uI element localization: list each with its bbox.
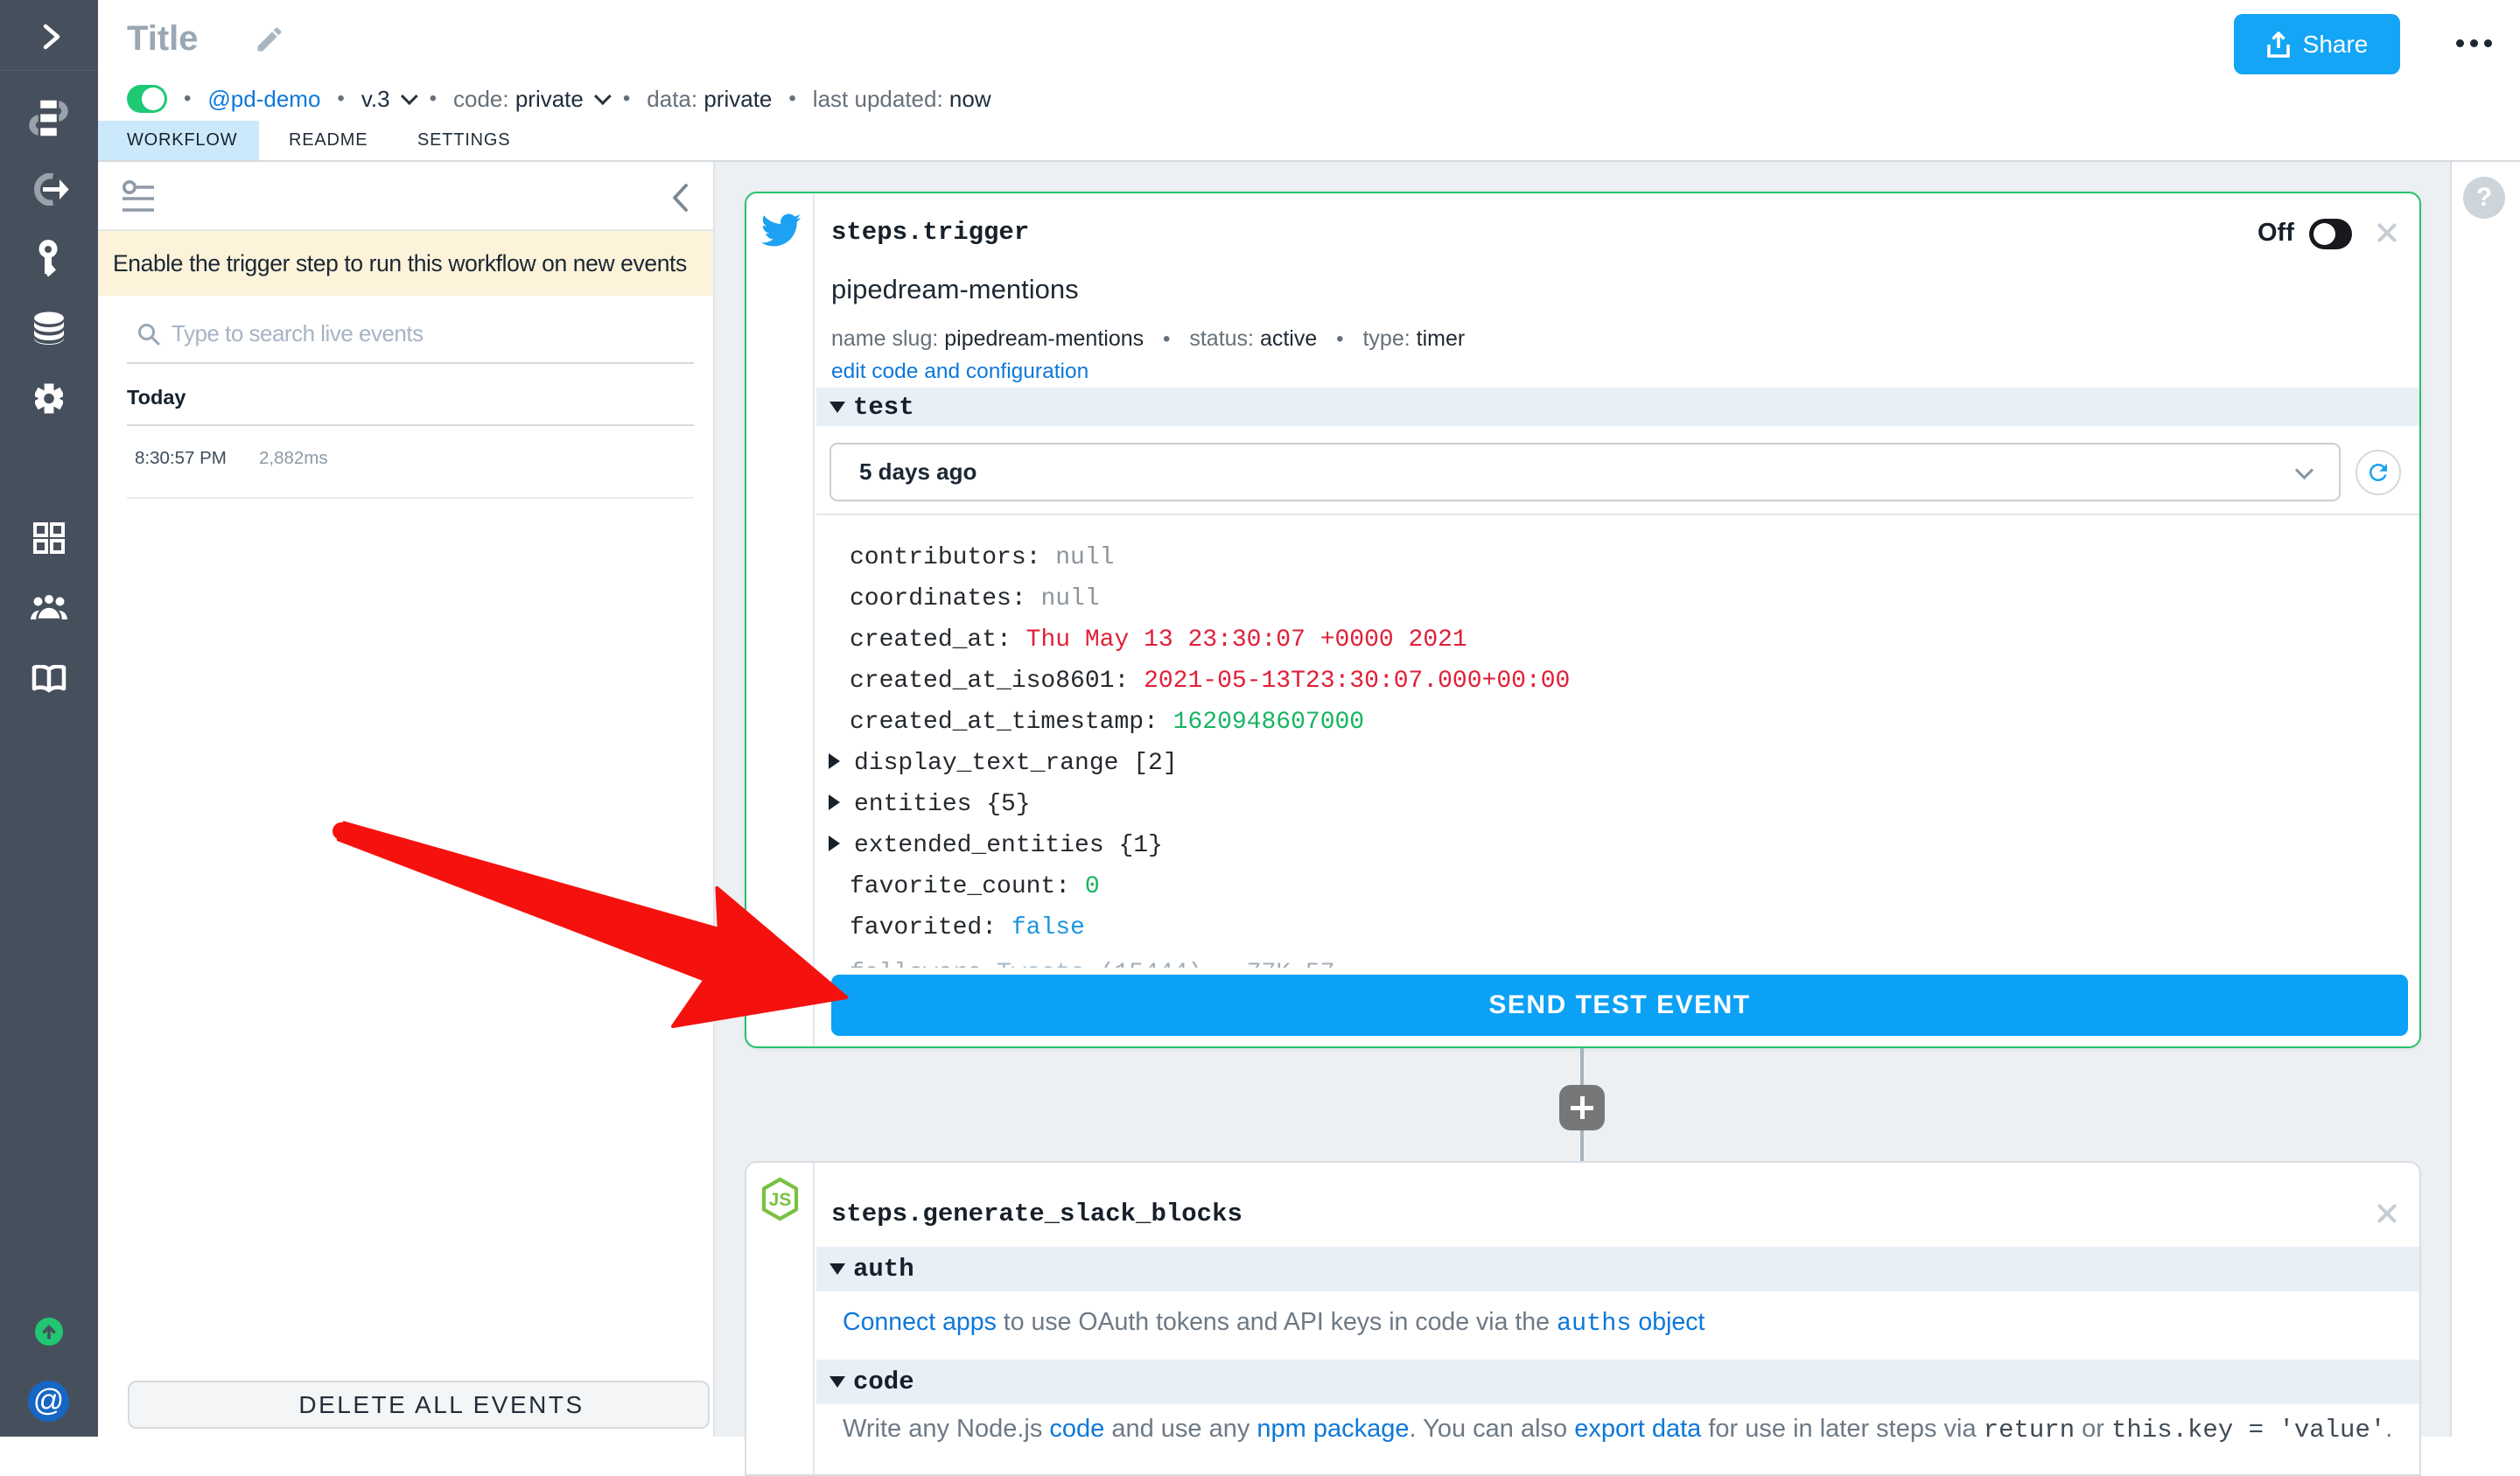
svg-text:JS: JS bbox=[769, 1190, 792, 1210]
